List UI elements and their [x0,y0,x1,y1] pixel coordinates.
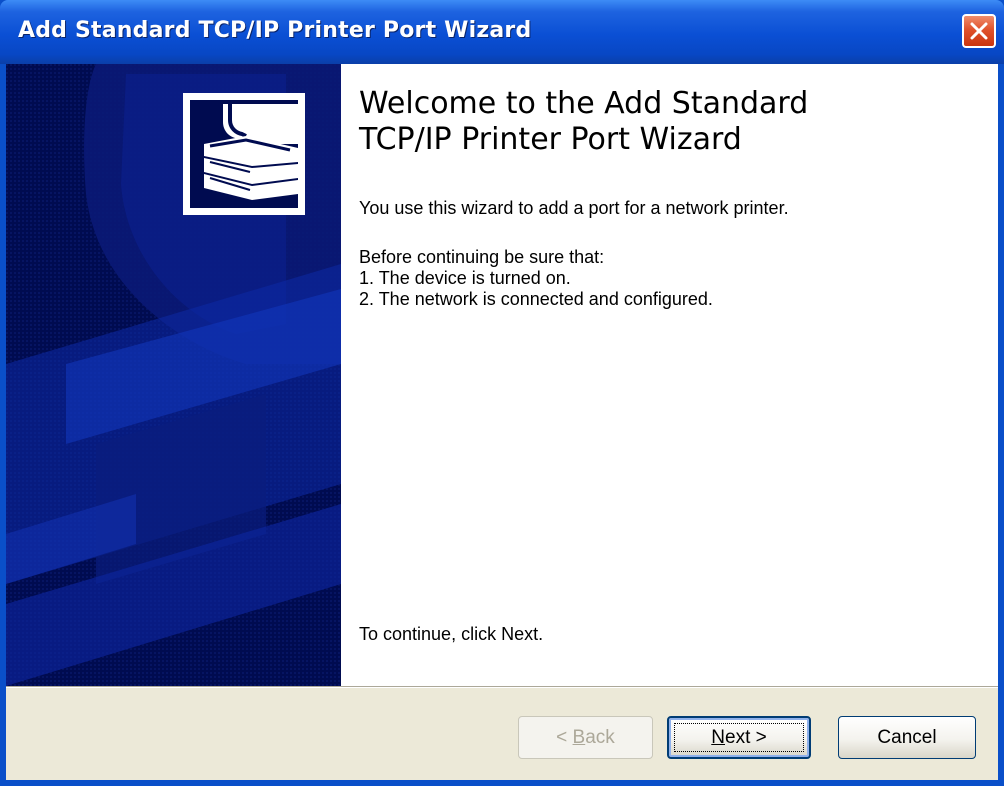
intro-text: You use this wizard to add a port for a … [359,198,789,218]
back-button[interactable]: < Back [518,716,653,759]
close-button[interactable] [962,14,996,48]
next-button[interactable]: Next > [667,716,811,759]
wizard-window: Add Standard TCP/IP Printer Port Wizard [0,0,1004,786]
title-bar[interactable]: Add Standard TCP/IP Printer Port Wizard [0,0,1004,64]
printer-graphic-icon [183,93,305,215]
continue-hint: To continue, click Next. [359,624,544,644]
window-title: Add Standard TCP/IP Printer Port Wizard [18,18,532,43]
button-bar: < Back Next > Cancel [6,686,998,780]
requirement-item: 2. The network is connected and configur… [359,289,713,309]
welcome-content: Welcome to the Add Standard TCP/IP Print… [359,64,989,686]
separator [6,686,998,688]
close-icon [970,22,988,40]
requirement-item: 1. The device is turned on. [359,268,571,288]
side-panel-art [6,64,341,686]
back-mnemonic: B [572,727,586,748]
page-title: Welcome to the Add Standard TCP/IP Print… [359,86,809,157]
before-label: Before continuing be sure that: [359,247,605,267]
wizard-client-area: Welcome to the Add Standard TCP/IP Print… [6,64,998,780]
next-mnemonic: N [711,727,725,748]
cancel-button[interactable]: Cancel [838,716,976,759]
